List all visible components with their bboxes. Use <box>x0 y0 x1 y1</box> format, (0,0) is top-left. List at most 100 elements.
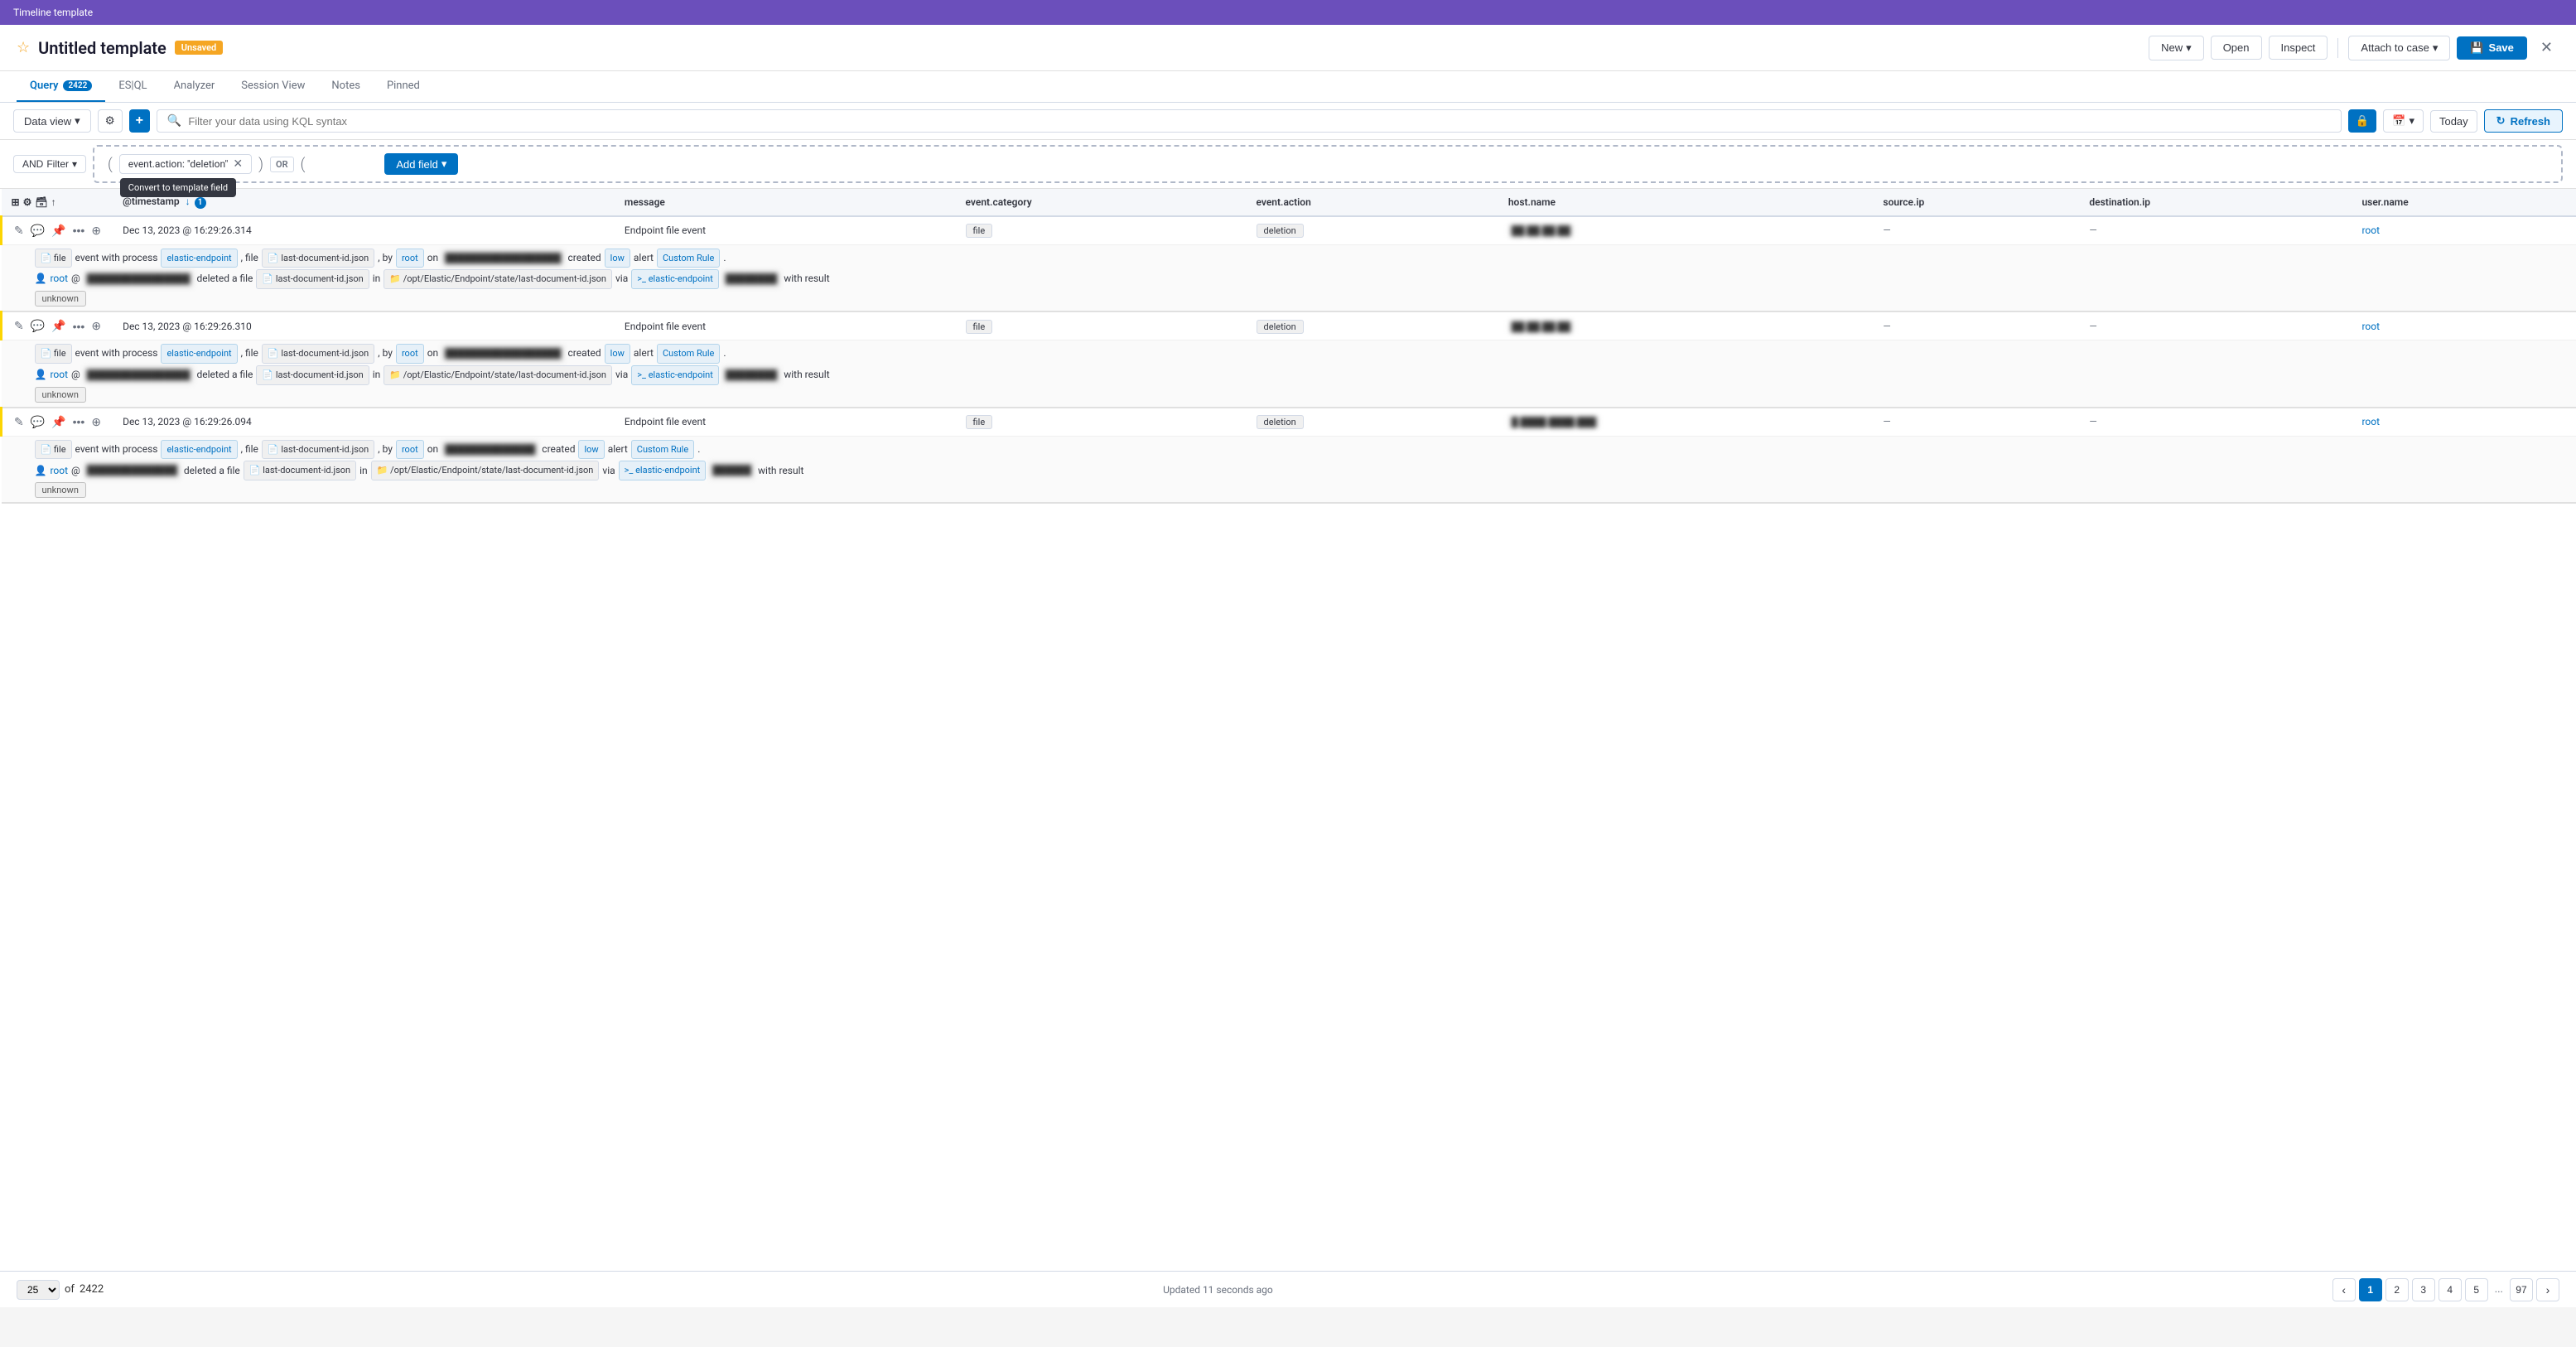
page-3-button[interactable]: 3 <box>2412 1278 2435 1301</box>
row-more-btn[interactable]: ••• <box>71 318 87 335</box>
tooltip-text: Convert to template field <box>128 182 228 193</box>
row-message: Endpoint file event <box>615 408 956 437</box>
table-row[interactable]: ✎ 💬 📌 ••• ⊕ Dec 13, 2023 @ 16:29:26.314 … <box>2 216 2576 245</box>
save-label: Save <box>2489 41 2514 54</box>
prev-page-button[interactable]: ‹ <box>2332 1278 2356 1301</box>
tab-query-badge: 2422 <box>63 80 92 91</box>
page-4-button[interactable]: 4 <box>2439 1278 2462 1301</box>
search-bar: 🔍 <box>157 109 2342 133</box>
col-arrow-icon[interactable]: ↑ <box>51 196 56 208</box>
col-add-icon[interactable]: 🗃 <box>35 196 47 208</box>
refresh-label: Refresh <box>2511 115 2550 128</box>
page-1-button[interactable]: 1 <box>2359 1278 2382 1301</box>
row-pin-btn[interactable]: 📌 <box>50 317 67 335</box>
detail-line-2: 👤 root @ ██████████████ deleted a file 📄… <box>35 461 2567 480</box>
save-icon: 💾 <box>2470 41 2483 55</box>
tab-query[interactable]: Query 2422 <box>17 71 105 102</box>
add-field-button[interactable]: Add field ▾ <box>384 153 458 175</box>
detail-line-1: 📄 file event with process elastic-endpoi… <box>35 249 2567 268</box>
attach-to-case-button[interactable]: Attach to case ▾ <box>2348 36 2450 60</box>
inspect-button[interactable]: Inspect <box>2269 36 2328 60</box>
row-add-btn[interactable]: ⊕ <box>89 413 103 431</box>
row-pin-btn[interactable]: 📌 <box>50 413 67 431</box>
page-2-button[interactable]: 2 <box>2385 1278 2409 1301</box>
unknown-container-2: unknown <box>35 389 2567 400</box>
and-filter-button[interactable]: AND Filter ▾ <box>13 155 86 173</box>
refresh-button[interactable]: ↻ Refresh <box>2484 109 2563 133</box>
tab-session-view[interactable]: Session View <box>228 71 318 102</box>
row-expand-btn[interactable]: ✎ <box>12 317 26 335</box>
detail-line-2: 👤 root @ ████████████████ deleted a file… <box>35 365 2567 385</box>
chevron-down-icon-3: ▾ <box>75 114 80 128</box>
col-expand-icon[interactable]: ⊞ <box>12 196 20 208</box>
or-label: OR <box>270 157 294 172</box>
page-5-button[interactable]: 5 <box>2465 1278 2488 1301</box>
updated-text: Updated 11 seconds ago <box>1163 1284 1273 1296</box>
col-header-message[interactable]: message <box>615 189 956 216</box>
inspect-label: Inspect <box>2281 41 2316 54</box>
sort-num: 1 <box>195 197 206 209</box>
col-header-source-ip[interactable]: source.ip <box>1873 189 2079 216</box>
col-settings-icon[interactable]: ⚙ <box>23 196 32 208</box>
row-message: Endpoint file event <box>615 311 956 340</box>
col-header-event-category[interactable]: event.category <box>956 189 1247 216</box>
row-comment-btn[interactable]: 💬 <box>29 222 46 239</box>
unknown-badge-1: unknown <box>35 291 86 307</box>
table-row[interactable]: ✎ 💬 📌 ••• ⊕ Dec 13, 2023 @ 16:29:26.310 … <box>2 311 2576 340</box>
col-header-event-action[interactable]: event.action <box>1247 189 1498 216</box>
row-add-btn[interactable]: ⊕ <box>89 317 103 335</box>
row-event-category: file <box>956 311 1247 340</box>
tab-pinned[interactable]: Pinned <box>374 71 433 102</box>
last-page-button[interactable]: 97 <box>2510 1278 2533 1301</box>
row-more-btn[interactable]: ••• <box>71 413 87 430</box>
filter-chip[interactable]: event.action: "deletion" ✕ Convert to te… <box>119 154 252 174</box>
calendar-button[interactable]: 📅 ▾ <box>2383 109 2424 133</box>
search-input[interactable] <box>188 115 2330 128</box>
row-host-name: ██.██.██.██ <box>1498 216 1874 245</box>
row-event-category: file <box>956 216 1247 245</box>
close-button[interactable]: ✕ <box>2534 36 2559 60</box>
add-filter-button[interactable]: + <box>129 109 150 133</box>
chevron-down-icon: ▾ <box>2186 41 2192 55</box>
search-icon: 🔍 <box>167 114 181 128</box>
col-header-host-name[interactable]: host.name <box>1498 189 1874 216</box>
tab-pinned-label: Pinned <box>387 80 420 92</box>
row-comment-btn[interactable]: 💬 <box>29 317 46 335</box>
lock-icon-button[interactable]: 🔒 <box>2348 109 2377 133</box>
titlebar-label: Timeline template <box>13 7 93 18</box>
detail-line-1: 📄 file event with process elastic-endpoi… <box>35 440 2567 460</box>
save-button[interactable]: 💾 Save <box>2457 36 2527 60</box>
tab-notes[interactable]: Notes <box>318 71 374 102</box>
tab-esql[interactable]: ES|QL <box>105 71 160 102</box>
data-view-button[interactable]: Data view ▾ <box>13 109 91 133</box>
open-button[interactable]: Open <box>2211 36 2262 60</box>
tab-notes-label: Notes <box>331 80 360 92</box>
filter-chip-close[interactable]: ✕ <box>233 157 243 171</box>
row-comment-btn[interactable]: 💬 <box>29 413 46 431</box>
table-row[interactable]: ✎ 💬 📌 ••• ⊕ Dec 13, 2023 @ 16:29:26.094 … <box>2 408 2576 437</box>
per-page-select[interactable]: 25 <box>17 1280 60 1300</box>
row-more-btn[interactable]: ••• <box>71 222 87 239</box>
row-destination-ip: — <box>2079 408 2352 437</box>
row-add-btn[interactable]: ⊕ <box>89 222 103 239</box>
refresh-icon: ↻ <box>2496 114 2506 128</box>
next-page-button[interactable]: › <box>2536 1278 2559 1301</box>
row-destination-ip: — <box>2079 311 2352 340</box>
empty-filter-slot <box>311 158 378 171</box>
table-body: ✎ 💬 📌 ••• ⊕ Dec 13, 2023 @ 16:29:26.314 … <box>2 216 2576 504</box>
new-button[interactable]: New ▾ <box>2149 36 2204 60</box>
tab-analyzer[interactable]: Analyzer <box>161 71 229 102</box>
filter-options-button[interactable]: ⚙ <box>98 109 123 133</box>
star-icon: ☆ <box>17 39 30 56</box>
row-destination-ip: — <box>2079 216 2352 245</box>
col-header-destination-ip[interactable]: destination.ip <box>2079 189 2352 216</box>
row-expand-btn[interactable]: ✎ <box>12 413 26 431</box>
col-header-user-name[interactable]: user.name <box>2352 189 2576 216</box>
today-button[interactable]: Today <box>2430 110 2477 133</box>
table-container[interactable]: ⊞ ⚙ 🗃 ↑ @timestamp ↓ 1 message event.cat… <box>0 189 2576 1271</box>
row-expand-btn[interactable]: ✎ <box>12 222 26 239</box>
row-pin-btn[interactable]: 📌 <box>50 222 67 239</box>
new-label: New <box>2161 41 2183 54</box>
row-tools: ✎ 💬 📌 ••• ⊕ <box>2 216 113 245</box>
toolbar: Data view ▾ ⚙ + 🔍 🔒 📅 ▾ Today ↻ Refresh <box>0 103 2576 140</box>
